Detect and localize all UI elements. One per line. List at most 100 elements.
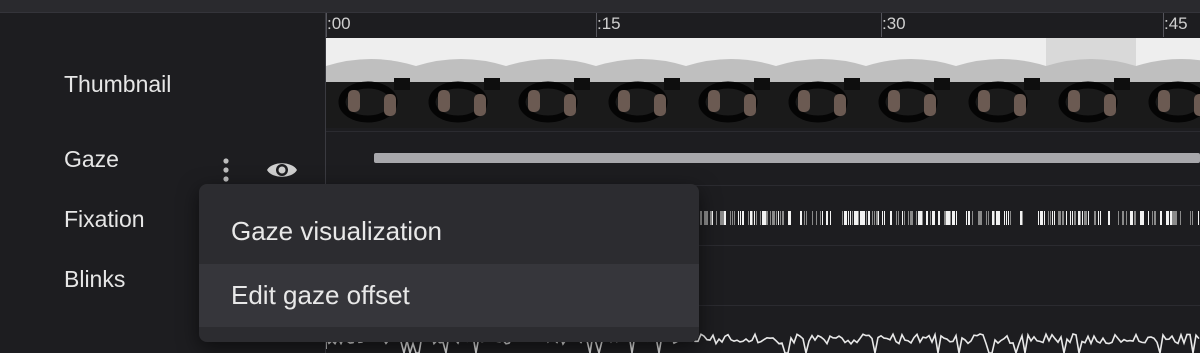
fixation-mark [992,211,994,225]
fixation-mark [902,211,903,225]
video-thumbnail [416,38,506,128]
fixation-mark [998,211,1000,225]
fixation-mark [730,211,731,225]
gaze-context-menu: Gaze visualization Edit gaze offset [199,184,699,342]
fixation-mark [740,211,741,225]
fixation-mark [852,211,853,225]
fixation-mark [918,211,920,225]
fixation-mark [1100,211,1101,225]
fixation-mark [944,211,946,225]
menu-item-gaze-visualization[interactable]: Gaze visualization [199,200,699,263]
fixation-mark [822,211,823,225]
fixation-mark [1086,211,1087,225]
fixation-mark [916,211,917,225]
video-thumbnail [776,38,866,128]
fixation-mark [882,211,883,225]
fixation-row-label: Fixation [64,206,145,232]
fixation-mark [848,211,849,225]
fixation-mark [1172,211,1174,225]
fixation-mark [980,211,982,225]
fixation-mark [890,211,892,225]
fixation-mark [872,211,873,225]
row-divider [326,131,1200,132]
fixation-mark [948,211,950,225]
fixation-mark [864,211,865,225]
fixation-mark [770,211,771,225]
fixation-mark [850,211,851,225]
video-thumbnail [596,38,686,128]
fixation-mark [844,211,846,225]
fixation-mark [932,211,934,225]
video-thumbnail [1136,38,1200,128]
fixation-mark [1040,211,1042,225]
fixation-mark [1122,211,1124,225]
fixation-mark [1152,211,1153,225]
fixation-mark [754,211,755,225]
fixation-mark [790,211,791,225]
fixation-mark [762,211,764,225]
fixation-mark [706,211,708,225]
fixation-mark [816,211,817,225]
fixation-mark [764,211,766,225]
fixation-mark [1070,211,1071,225]
fixation-mark [1022,211,1023,225]
fixation-mark [988,211,989,225]
fixation-mark [934,211,935,225]
fixation-mark [756,211,757,225]
fixation-mark [1082,211,1083,225]
fixation-mark [878,211,879,225]
fixation-mark [1054,211,1055,225]
more-vertical-icon[interactable] [214,155,238,185]
fixation-mark [862,211,864,225]
fixation-mark [812,211,813,225]
fixation-mark [738,211,739,225]
fixation-mark [954,211,955,225]
fixation-mark [1048,211,1049,225]
fixation-mark [898,211,899,225]
gaze-track-bar[interactable] [374,153,1200,163]
fixation-mark [1170,211,1172,225]
fixation-mark [772,211,774,225]
fixation-mark [750,211,752,225]
fixation-mark [1168,211,1169,225]
fixation-mark [904,211,905,225]
fixation-mark [972,211,973,225]
thumbnail-strip[interactable] [326,38,1200,128]
video-thumbnail [326,38,416,128]
fixation-mark [1160,211,1162,225]
menu-item-edit-gaze-offset[interactable]: Edit gaze offset [199,264,699,327]
fixation-mark [732,211,733,225]
fixation-mark [978,211,980,225]
fixation-mark [1066,211,1067,225]
fixation-mark [1130,211,1132,225]
fixation-mark [896,211,897,225]
fixation-mark [996,211,998,225]
fixation-mark [1078,211,1080,225]
fixation-mark [856,211,858,225]
fixation-mark [1118,211,1119,225]
fixation-mark [946,211,948,225]
fixation-mark [994,211,995,225]
gaze-row-label: Gaze [64,146,119,172]
fixation-mark [952,211,954,225]
fixation-mark [724,211,726,225]
video-thumbnail [866,38,956,128]
fixation-mark [986,211,987,225]
fixation-mark [858,211,859,225]
fixation-mark [842,211,843,225]
fixation-mark [866,211,867,225]
fixation-mark [1062,211,1064,225]
fixation-mark [1176,211,1177,225]
fixation-mark [1134,211,1136,225]
fixation-mark [1020,211,1022,225]
fixation-mark [704,211,706,225]
fixation-mark [710,211,712,225]
fixation-mark [1140,211,1142,225]
video-thumbnail [956,38,1046,128]
fixation-mark [1004,211,1005,225]
fixation-mark [1174,211,1176,225]
tick-label: :15 [597,14,621,33]
fixation-mark [804,211,805,225]
eye-icon[interactable] [262,155,302,185]
fixation-mark [908,211,909,225]
